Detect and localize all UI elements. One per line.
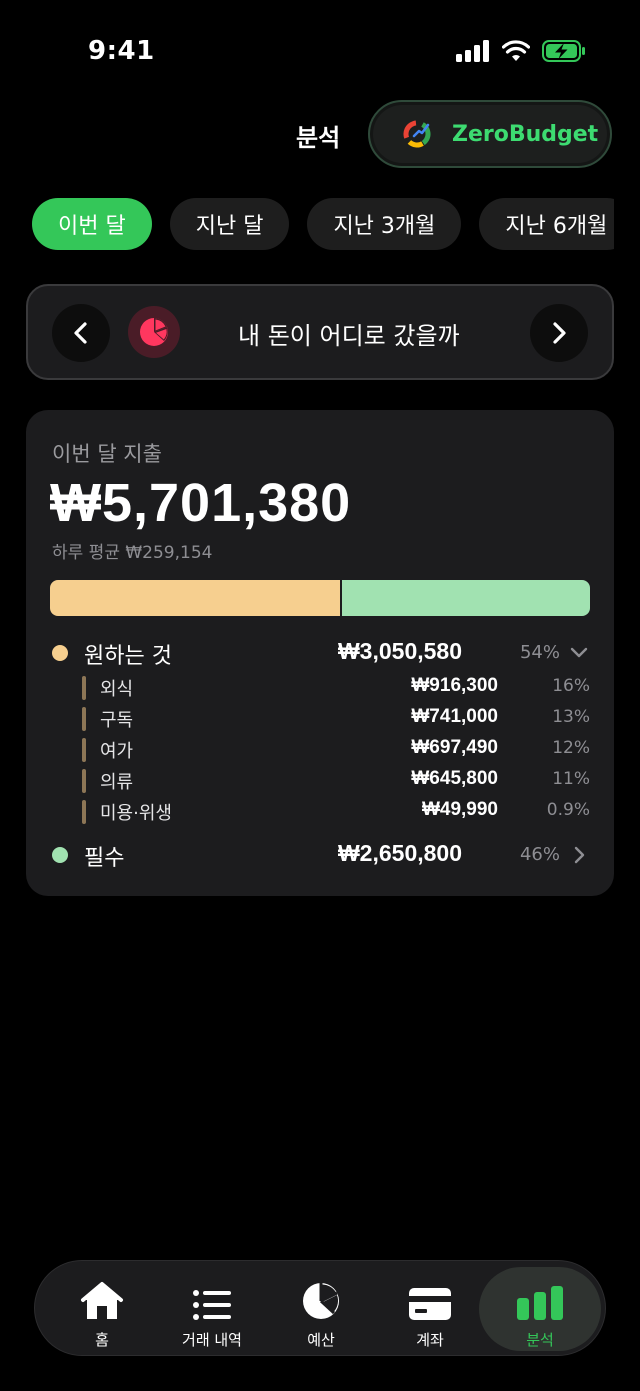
category-dot-wants [52,645,68,661]
report-icon-badge [128,306,180,358]
subcategory-row: 미용·위생 ₩49,990 0.9% [82,797,590,827]
category-name: 원하는 것 [84,644,172,669]
brand-name: ZeroBudget [452,121,599,147]
tab-accounts[interactable]: 계좌 [375,1267,485,1351]
subcategory-percent: 12% [552,738,590,758]
tab-budget[interactable]: 예산 [266,1267,376,1351]
subcategory-marker [82,800,86,824]
subcategory-percent: 16% [552,676,590,696]
home-icon [80,1275,124,1321]
report-selector: 내 돈이 어디로 갔을까 [26,284,614,380]
split-bar-wants [50,580,342,616]
subcategory-amount: ₩645,800 [411,768,498,789]
chevron-right-icon[interactable] [568,844,590,866]
status-icons [456,40,586,62]
category-amount: ₩3,050,580 [337,638,462,664]
subcategory-amount: ₩697,490 [411,737,498,758]
subcategory-name: 미용·위생 [100,803,172,824]
category-amount: ₩2,650,800 [337,840,462,866]
subcategory-marker [82,707,86,731]
next-report-button[interactable] [530,304,588,362]
subcategory-name: 외식 [100,679,134,700]
wifi-icon [502,40,530,61]
tab-label: 계좌 [416,1331,444,1349]
period-tabs: 이번 달 지난 달 지난 3개월 지난 6개월 [32,198,614,252]
period-tab-last-3-months[interactable]: 지난 3개월 [307,198,462,250]
period-tab-last-month[interactable]: 지난 달 [169,198,290,250]
chevron-down-icon[interactable] [568,642,590,664]
brand-pill[interactable]: ZeroBudget [368,100,612,168]
status-bar: 9:41 [0,0,640,100]
pie-chart-icon [140,318,168,346]
card-icon [408,1275,452,1321]
previous-report-button[interactable] [52,304,110,362]
tab-bar: 홈 거래 내역 예산 계좌 분석 [34,1260,606,1356]
daily-average: 하루 평균 ₩259,154 [52,543,213,563]
subcategory-marker [82,738,86,762]
pie-chart-icon [301,1275,341,1321]
bar-chart-icon [516,1275,564,1321]
subcategory-name: 여가 [100,741,134,762]
status-time: 9:41 [88,36,155,66]
category-row-needs[interactable]: 필수 ₩2,650,800 46% [50,836,590,876]
chevron-right-icon [553,322,566,344]
subcategory-name: 의류 [100,772,134,793]
tab-transactions[interactable]: 거래 내역 [157,1267,267,1351]
spending-card: 이번 달 지출 ₩5,701,380 하루 평균 ₩259,154 원하는 것 … [26,410,614,896]
cellular-signal-icon [456,40,489,62]
subcategory-row: 외식 ₩916,300 16% [82,673,590,703]
tab-label: 예산 [307,1331,335,1349]
period-tab-last-6-months[interactable]: 지난 6개월 [479,198,614,250]
category-percent: 54% [519,642,560,663]
tab-home[interactable]: 홈 [47,1267,157,1351]
chevron-left-icon [74,322,87,344]
category-dot-needs [52,847,68,863]
list-icon [192,1275,232,1321]
subcategory-percent: 0.9% [546,800,590,820]
report-title: 내 돈이 어디로 갔을까 [238,322,460,350]
header: 분석 ZeroBudget [0,100,640,170]
page-title: 분석 [296,124,341,152]
spending-label: 이번 달 지출 [52,442,162,466]
subcategory-row: 여가 ₩697,490 12% [82,735,590,765]
tab-label: 거래 내역 [182,1331,242,1349]
subcategory-marker [82,769,86,793]
split-bar-needs [341,580,590,616]
subcategory-row: 구독 ₩741,000 13% [82,704,590,734]
brand-logo-icon [403,120,431,148]
subcategory-row: 의류 ₩645,800 11% [82,766,590,796]
tab-analysis[interactable]: 분석 [479,1267,601,1351]
tab-label: 홈 [95,1331,109,1349]
spending-total: ₩5,701,380 [50,473,352,533]
subcategory-amount: ₩916,300 [411,675,498,696]
period-tab-this-month[interactable]: 이번 달 [32,198,152,250]
battery-charging-icon [542,40,585,62]
subcategory-percent: 13% [552,707,590,727]
subcategory-amount: ₩741,000 [411,706,498,727]
subcategory-amount: ₩49,990 [421,799,498,820]
category-row-wants[interactable]: 원하는 것 ₩3,050,580 54% [50,634,590,674]
subcategory-percent: 11% [552,769,590,789]
spending-split-bar [50,580,590,616]
subcategory-marker [82,676,86,700]
tab-label: 분석 [526,1331,554,1349]
category-name: 필수 [84,846,125,871]
subcategory-name: 구독 [100,710,134,731]
category-percent: 46% [519,844,560,865]
